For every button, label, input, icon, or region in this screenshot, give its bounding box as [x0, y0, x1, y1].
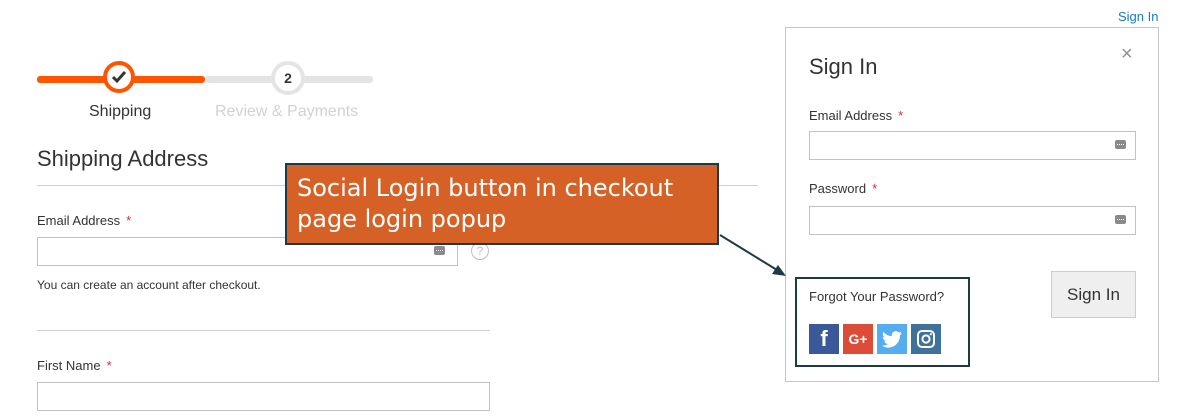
- modal-email-field[interactable]: [809, 131, 1136, 160]
- step-review-label[interactable]: Review & Payments: [215, 103, 358, 121]
- step-shipping-indicator[interactable]: [103, 61, 135, 93]
- facebook-login-button[interactable]: f: [809, 324, 839, 354]
- email-label: Email Address *: [37, 213, 132, 228]
- modal-email-label: Email Address *: [809, 108, 904, 123]
- instagram-login-button[interactable]: [911, 324, 941, 354]
- required-marker: *: [126, 213, 132, 228]
- forgot-password-link[interactable]: Forgot Your Password?: [809, 289, 944, 304]
- google-plus-icon: G+: [848, 331, 868, 347]
- account-note: You can create an account after checkout…: [37, 278, 261, 292]
- required-marker: *: [872, 181, 878, 196]
- password-manager-icon[interactable]: [1115, 140, 1126, 149]
- password-manager-icon[interactable]: [434, 246, 445, 255]
- password-manager-icon[interactable]: [1115, 215, 1126, 224]
- modal-password-label: Password *: [809, 181, 878, 196]
- first-name-field[interactable]: [37, 382, 490, 411]
- modal-password-field[interactable]: [809, 206, 1136, 235]
- header-signin-link[interactable]: Sign In: [1118, 9, 1158, 24]
- annotation-callout: Social Login button in checkout page log…: [285, 163, 719, 245]
- arrow-line: [719, 234, 778, 271]
- google-plus-login-button[interactable]: G+: [843, 324, 873, 354]
- signin-button[interactable]: Sign In: [1051, 271, 1136, 318]
- instagram-icon: [917, 330, 935, 348]
- step-shipping-label[interactable]: Shipping: [89, 103, 151, 121]
- required-marker: *: [898, 108, 904, 123]
- callout-line-2: page login popup: [297, 205, 507, 233]
- close-icon[interactable]: ×: [1121, 44, 1133, 64]
- step-review-indicator[interactable]: 2: [271, 61, 305, 95]
- divider: [37, 330, 490, 331]
- checkmark-icon: [111, 71, 127, 84]
- shipping-address-title: Shipping Address: [37, 146, 209, 171]
- arrow-head: [772, 265, 786, 276]
- twitter-login-button[interactable]: [877, 324, 907, 354]
- modal-title: Sign In: [809, 54, 878, 79]
- twitter-icon: [882, 330, 902, 348]
- required-marker: *: [106, 358, 112, 373]
- callout-line-1: Social Login button in checkout: [297, 174, 674, 202]
- first-name-label: First Name *: [37, 358, 112, 373]
- facebook-icon: f: [820, 326, 828, 351]
